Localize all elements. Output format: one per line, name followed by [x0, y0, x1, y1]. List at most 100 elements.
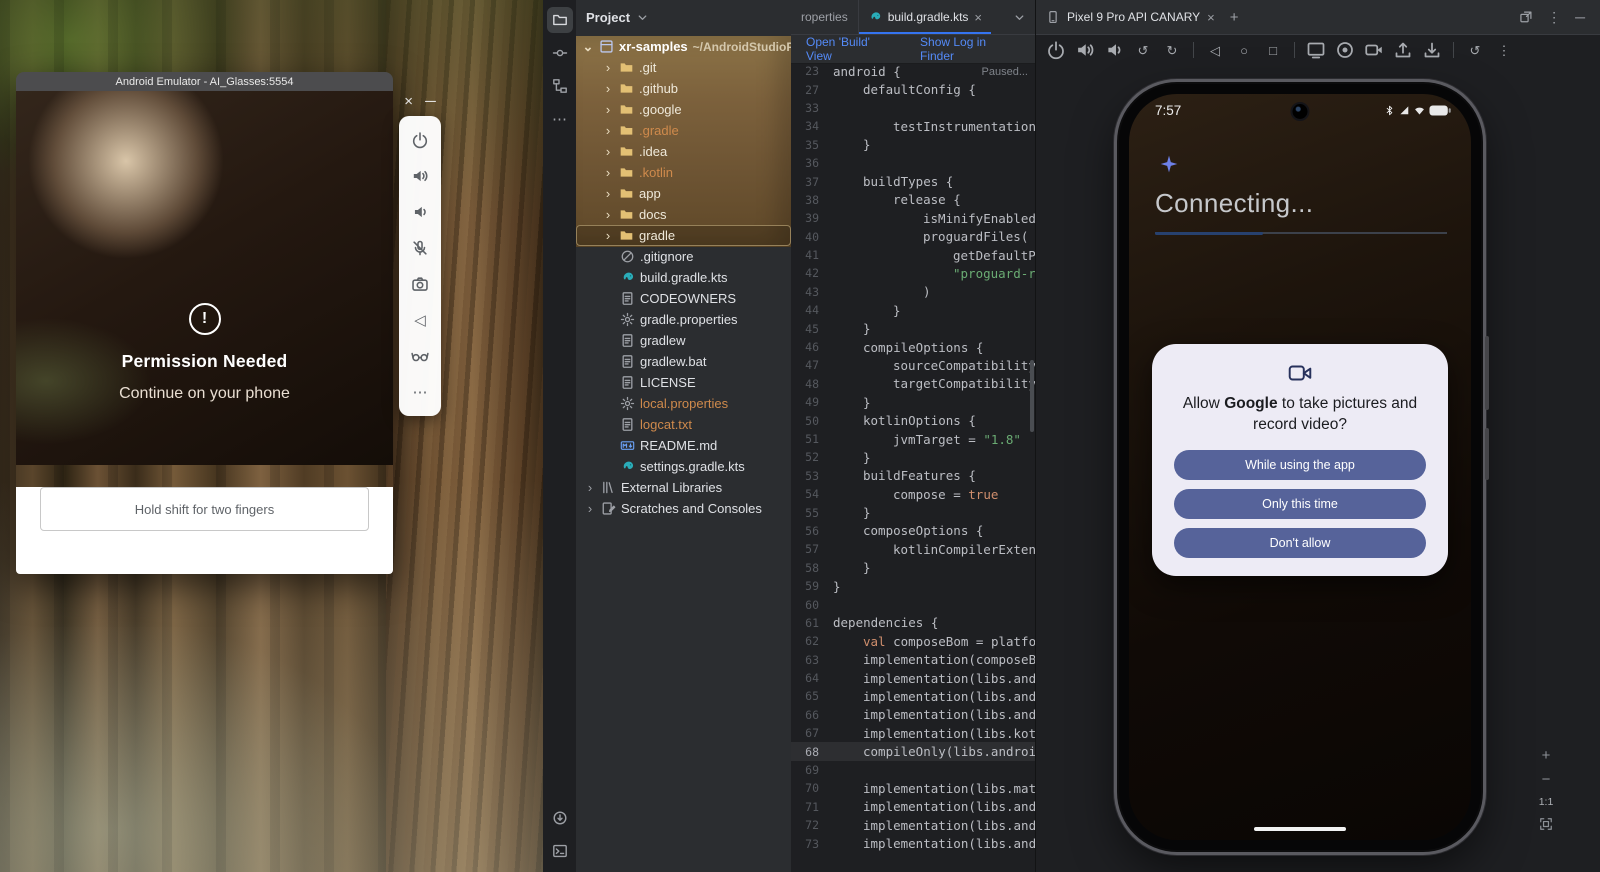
- activity-vcs-update-button[interactable]: [547, 805, 573, 831]
- open-window-button[interactable]: [1519, 10, 1533, 24]
- tree-item--kotlin[interactable]: › .kotlin: [576, 162, 791, 183]
- code-text: implementation(libs.andr: [827, 836, 1035, 851]
- dialog-button-while-using-the-app[interactable]: While using the app: [1174, 450, 1426, 480]
- tree-item-gradlew-bat[interactable]: gradlew.bat: [576, 351, 791, 372]
- chevron-right-icon[interactable]: ›: [602, 228, 614, 243]
- emulator-screen[interactable]: ! Permission Needed Continue on your pho…: [16, 91, 393, 465]
- upload-button[interactable]: [1393, 40, 1413, 60]
- tree-item-docs[interactable]: › docs: [576, 204, 791, 225]
- tree-item-scratches-and-consoles[interactable]: › Scratches and Consoles: [576, 498, 791, 519]
- chevron-right-icon[interactable]: ›: [602, 123, 614, 138]
- chevron-right-icon[interactable]: ›: [602, 165, 614, 180]
- power-button[interactable]: [399, 122, 441, 158]
- videocam-button[interactable]: [1364, 40, 1384, 60]
- close-button[interactable]: ×: [404, 94, 413, 109]
- zoom-out-button[interactable]: −: [1542, 772, 1551, 787]
- tree-item--google[interactable]: › .google: [576, 99, 791, 120]
- tree-item-build-gradle-kts[interactable]: build.gradle.kts: [576, 267, 791, 288]
- line-number: 71: [791, 800, 827, 814]
- home-button[interactable]: ○: [1234, 40, 1254, 60]
- tree-item-gradle-properties[interactable]: gradle.properties: [576, 309, 791, 330]
- tab-gradle-properties[interactable]: roperties: [791, 0, 859, 34]
- show-log-in-finder-link[interactable]: Show Log in Finder: [920, 35, 1020, 63]
- tree-root-xr-samples[interactable]: ⌄ xr-samples ~/AndroidStudioProj: [576, 36, 791, 57]
- chevron-down-icon[interactable]: ⌄: [582, 39, 594, 55]
- chevron-right-icon[interactable]: ›: [602, 81, 614, 96]
- more-v-button[interactable]: ⋮: [1494, 40, 1514, 60]
- tree-item-settings-gradle-kts[interactable]: settings.gradle.kts: [576, 456, 791, 477]
- mic-off-button[interactable]: [399, 230, 441, 266]
- chevron-right-icon[interactable]: ›: [584, 480, 596, 495]
- tree-item--github[interactable]: › .github: [576, 78, 791, 99]
- chevron-right-icon[interactable]: ›: [602, 60, 614, 75]
- tree-item-local-properties[interactable]: local.properties: [576, 393, 791, 414]
- tree-item-license[interactable]: LICENSE: [576, 372, 791, 393]
- power-button[interactable]: [1046, 40, 1066, 60]
- volume-up-button[interactable]: [399, 158, 441, 194]
- overview-button[interactable]: □: [1263, 40, 1283, 60]
- editor-scrollbar[interactable]: [1030, 360, 1034, 432]
- tree-item--gitignore[interactable]: .gitignore: [576, 246, 791, 267]
- tab-build-gradle-kts[interactable]: build.gradle.kts ×: [859, 0, 991, 34]
- back-button[interactable]: ◁: [1205, 40, 1225, 60]
- tree-item-app[interactable]: › app: [576, 183, 791, 204]
- glasses-button[interactable]: [399, 338, 441, 374]
- tree-item-readme-md[interactable]: README.md: [576, 435, 791, 456]
- volume-down-button[interactable]: [1104, 40, 1124, 60]
- chevron-right-icon[interactable]: ›: [584, 501, 596, 516]
- open-build-view-link[interactable]: Open 'Build' View: [806, 35, 896, 63]
- zoom-in-button[interactable]: +: [1542, 748, 1551, 763]
- code-editor[interactable]: 23android {27defaultConfig {3334testInst…: [791, 62, 1035, 872]
- more-v-button[interactable]: ⋮: [1547, 10, 1561, 24]
- tree-item--git[interactable]: › .git: [576, 57, 791, 78]
- fit-screen-button[interactable]: [1539, 817, 1553, 831]
- tree-item-gradlew[interactable]: gradlew: [576, 330, 791, 351]
- tree-item--gradle[interactable]: › .gradle: [576, 120, 791, 141]
- close-device-tab-icon[interactable]: ×: [1207, 10, 1215, 25]
- tree-item-codeowners[interactable]: CODEOWNERS: [576, 288, 791, 309]
- tree-item-logcat-txt[interactable]: logcat.txt: [576, 414, 791, 435]
- alert-circle-icon: !: [189, 303, 221, 335]
- chevron-right-icon[interactable]: ›: [602, 186, 614, 201]
- device-screen[interactable]: 7:57 Connecting... Allow Google to take …: [1129, 94, 1471, 840]
- record-button[interactable]: [1335, 40, 1355, 60]
- dialog-button-only-this-time[interactable]: Only this time: [1174, 489, 1426, 519]
- code-text: kotlinOptions {: [827, 413, 976, 428]
- minimize-button[interactable]: ─: [1575, 10, 1585, 24]
- new-device-tab-icon[interactable]: +: [1230, 9, 1239, 26]
- home-indicator[interactable]: [1254, 827, 1346, 831]
- activity-commit-button[interactable]: [547, 40, 573, 66]
- volume-down-button[interactable]: [399, 194, 441, 230]
- tabs-chevron-down-icon[interactable]: [1004, 0, 1035, 34]
- camera-button[interactable]: [399, 266, 441, 302]
- code-line-46: 46compileOptions {: [791, 338, 1035, 356]
- activity-structure-button[interactable]: [547, 73, 573, 99]
- more-h-button[interactable]: ⋯: [399, 374, 441, 410]
- minimize-button[interactable]: ─: [425, 94, 436, 109]
- volume-up-button[interactable]: [1075, 40, 1095, 60]
- chevron-right-icon[interactable]: ›: [602, 102, 614, 117]
- activity-bar: ⋯: [543, 0, 577, 872]
- chevron-right-icon[interactable]: ›: [602, 207, 614, 222]
- chevron-right-icon[interactable]: ›: [602, 144, 614, 159]
- device-tab-label[interactable]: Pixel 9 Pro API CANARY: [1067, 10, 1200, 24]
- rotate-cw-button[interactable]: ↻: [1162, 40, 1182, 60]
- tree-item--idea[interactable]: › .idea: [576, 141, 791, 162]
- line-number: 62: [791, 634, 827, 648]
- rotate-ccw-button[interactable]: ↺: [1133, 40, 1153, 60]
- download-button[interactable]: [1422, 40, 1442, 60]
- activity-folder-button[interactable]: [547, 7, 573, 33]
- tree-item-gradle[interactable]: › gradle: [576, 225, 791, 246]
- tree-item-external-libraries[interactable]: › External Libraries: [576, 477, 791, 498]
- line-number: 56: [791, 524, 827, 538]
- emulator-window-title[interactable]: Android Emulator - AI_Glasses:5554: [16, 72, 393, 91]
- activity-terminal-button[interactable]: [547, 838, 573, 864]
- project-panel-header[interactable]: Project: [576, 0, 791, 34]
- screenshot-button[interactable]: [1306, 40, 1326, 60]
- dialog-button-don-t-allow[interactable]: Don't allow: [1174, 528, 1426, 558]
- reset-button[interactable]: ↺: [1465, 40, 1485, 60]
- activity-more-h-button[interactable]: ⋯: [547, 106, 573, 132]
- close-tab-icon[interactable]: ×: [974, 10, 982, 25]
- back-button[interactable]: ◁: [399, 302, 441, 338]
- code-line-62: 62val composeBom = platfor: [791, 632, 1035, 650]
